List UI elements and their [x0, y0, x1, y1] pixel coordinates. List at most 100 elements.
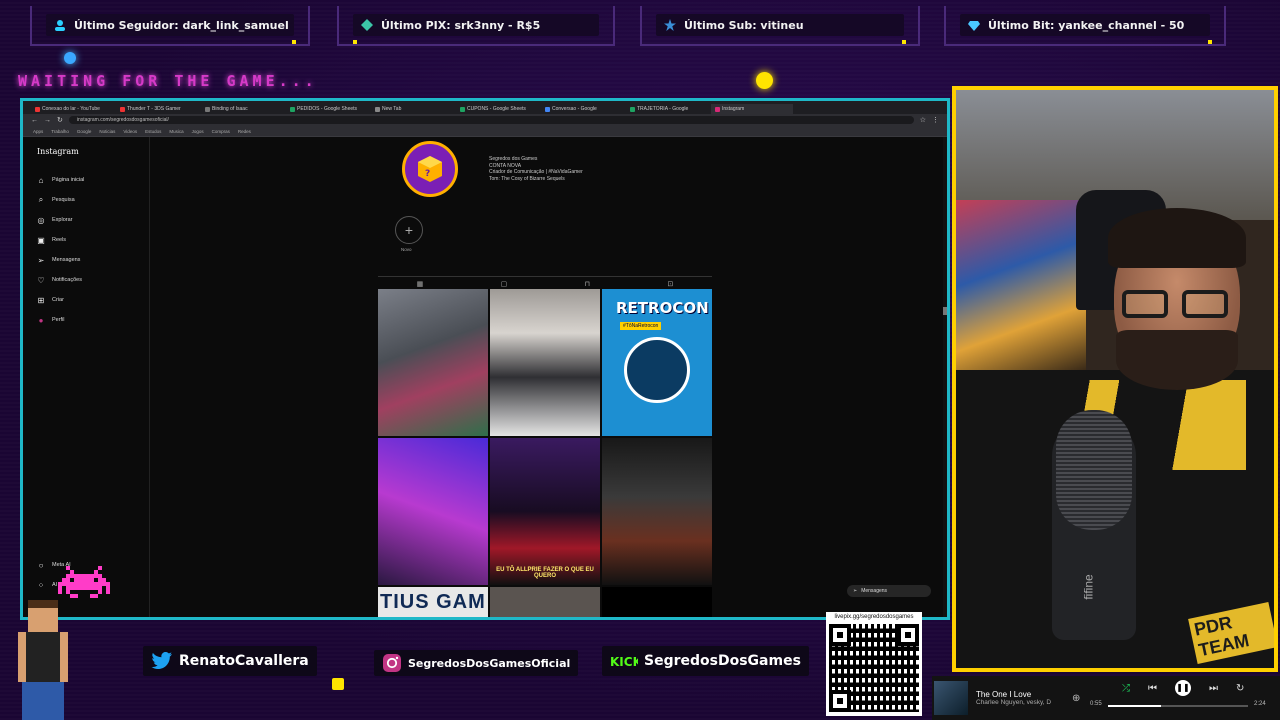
background-shelf — [956, 200, 1086, 370]
microphone-brand: fifine — [1081, 574, 1096, 600]
nav-explore[interactable]: ◎ Explorar — [37, 210, 149, 230]
svg-text:?: ? — [425, 169, 430, 179]
pix-qr-code[interactable]: livepix.gg/segredosdosgames — [826, 612, 922, 716]
grid-tab-icon[interactable]: ▦ — [417, 280, 424, 288]
progress-bar[interactable] — [1108, 705, 1248, 707]
star-icon[interactable]: ☆ — [920, 116, 926, 124]
bookmark-item[interactable]: Videos — [123, 129, 137, 134]
shuffle-icon[interactable]: ⤮ — [1122, 683, 1130, 694]
instagram-sidebar: Instagram ⌂ Página inicial ⌕ Pesquisa ◎ Exp… — [23, 137, 150, 617]
post-tile[interactable] — [490, 289, 600, 436]
reels-icon: ▣ — [37, 235, 45, 245]
browser-window: Conexao do lar - YouTube Thunder T - 3DS… — [20, 98, 950, 620]
previous-icon[interactable]: ⏮ — [1148, 683, 1157, 694]
reels-tab-icon[interactable]: ▢ — [501, 280, 508, 288]
nav-home[interactable]: ⌂ Página inicial — [37, 170, 149, 190]
browser-tab[interactable]: Conversao - Google — [541, 104, 623, 114]
track-title[interactable]: The One I Love — [976, 690, 1062, 699]
sheets-icon — [290, 106, 295, 112]
kick-handle[interactable]: SegredosDosGames — [644, 653, 801, 669]
qr-pattern — [829, 624, 919, 712]
browser-tab[interactable]: Thunder T - 3DS Gamer — [116, 104, 198, 114]
alert-pix: Último PIX: srk3nny - R$5 — [337, 6, 615, 46]
post-tile[interactable] — [378, 438, 488, 585]
vertical-scrollbar[interactable] — [943, 137, 947, 617]
new-highlight-button[interactable]: + — [395, 216, 423, 244]
repeat-icon[interactable]: ↻ — [1236, 683, 1244, 694]
post-tile[interactable]: EU TÔ ALLPRIE FAZER O QUE EU QUERO — [490, 438, 600, 585]
meta-ai-icon: ○ — [38, 560, 44, 570]
post-tile[interactable]: TIUS GAM — [378, 587, 488, 617]
profile-avatar[interactable]: ? — [402, 141, 458, 197]
url-input[interactable]: instagram.com/segredosdosgamesoficial/ — [68, 116, 914, 124]
blue-orb-decoration — [64, 52, 76, 64]
nav-reels[interactable]: ▣ Reels — [37, 230, 149, 250]
browser-tab[interactable]: TRAJETORIA - Google — [626, 104, 708, 114]
progress-fill — [1108, 705, 1162, 707]
post-tile[interactable] — [602, 438, 712, 585]
messenger-icon: ➢ — [853, 588, 858, 594]
browser-tab-strip: Conexao do lar - YouTube Thunder T - 3DS… — [23, 101, 947, 114]
track-artist[interactable]: Charlee Nguyen, vesky, D — [976, 699, 1062, 706]
browser-tab[interactable]: CUPONS - Google Sheets — [456, 104, 538, 114]
bookmark-item[interactable]: Musica — [169, 129, 183, 134]
youtube-icon — [120, 106, 125, 112]
browser-tab[interactable]: New Tab — [371, 104, 453, 114]
playback-controls: ⤮ ⏮ ❚❚ ⏭ ↻ — [1122, 680, 1244, 696]
browser-tab[interactable]: Binding of Isaac — [201, 104, 283, 114]
browser-tab[interactable]: PEDIDOS - Google Sheets — [286, 104, 368, 114]
nav-search[interactable]: ⌕ Pesquisa — [37, 190, 149, 210]
star-icon — [664, 19, 676, 31]
pause-button[interactable]: ❚❚ — [1175, 680, 1191, 696]
heart-icon: ♡ — [37, 275, 45, 285]
post-tile[interactable] — [490, 587, 600, 617]
album-art[interactable] — [934, 681, 968, 715]
bookmark-item[interactable]: Redes — [238, 129, 251, 134]
bookmark-item[interactable]: Google — [77, 129, 92, 134]
instagram-handle[interactable]: SegredosDosGamesOficial — [408, 657, 570, 670]
instagram-logo[interactable]: Instagram — [37, 147, 149, 156]
back-icon[interactable]: ← — [31, 117, 38, 124]
twitter-handle[interactable]: RenatoCavallera — [179, 653, 309, 669]
messages-button[interactable]: ➢ Mensagens — [847, 585, 931, 597]
forward-icon[interactable]: → — [44, 117, 51, 124]
space-invader-icon — [58, 566, 110, 598]
bookmark-item[interactable]: Trabalho — [51, 129, 69, 134]
bookmark-item[interactable]: Compras — [212, 129, 230, 134]
saved-tab-icon[interactable]: ⊓ — [585, 280, 590, 288]
profile-line: Tom: The Cosy of Bizarre Sequels — [489, 175, 565, 182]
scrollbar-thumb[interactable] — [943, 307, 947, 315]
browser-tab[interactable]: Conexao do lar - YouTube — [31, 104, 113, 114]
social-instagram: SegredosDosGamesOficial — [374, 650, 579, 676]
nav-notifications[interactable]: ♡ Notificações — [37, 270, 149, 290]
streamer-beard — [1116, 330, 1238, 390]
track-info: The One I Love Charlee Nguyen, vesky, D — [976, 690, 1062, 706]
reload-icon[interactable]: ↻ — [57, 116, 63, 124]
post-tile[interactable] — [378, 289, 488, 436]
bookmark-item[interactable]: Jogos — [192, 129, 204, 134]
nav-create[interactable]: ⊞ Criar — [37, 290, 149, 310]
qr-url: livepix.gg/segredosdosgames — [834, 614, 914, 620]
bookmark-item[interactable]: Noticias — [99, 129, 115, 134]
search-icon: ⌕ — [38, 195, 44, 204]
add-to-library-icon[interactable]: ⊕ — [1072, 693, 1080, 704]
nav-messages[interactable]: ➢ Mensagens — [37, 250, 149, 270]
bookmark-item[interactable]: Estudos — [145, 129, 161, 134]
next-icon[interactable]: ⏭ — [1209, 683, 1218, 694]
tagged-tab-icon[interactable]: ⊡ — [667, 280, 673, 288]
social-kick: KICK SegredosDosGames — [602, 646, 809, 676]
glasses-right-lens — [1182, 290, 1228, 318]
elapsed-time: 0:55 — [1090, 701, 1102, 707]
ai-studio-icon: ⁘ — [37, 580, 45, 590]
nav-profile[interactable]: ● Perfil — [37, 310, 149, 330]
compass-icon: ◎ — [37, 215, 45, 225]
post-tile[interactable]: RETROCON #TôNaRetrocon — [602, 289, 712, 436]
post-tile[interactable] — [602, 587, 712, 617]
menu-icon[interactable]: ⋮ — [932, 116, 939, 124]
bookmark-item[interactable]: Apps — [33, 129, 43, 134]
profile-tabs: ▦ ▢ ⊓ ⊡ — [378, 276, 712, 288]
google-icon — [545, 106, 550, 112]
browser-tab-active[interactable]: Instagram — [711, 104, 793, 114]
cube-logo-icon: ? — [418, 156, 442, 182]
music-player: The One I Love Charlee Nguyen, vesky, D … — [932, 676, 1280, 720]
